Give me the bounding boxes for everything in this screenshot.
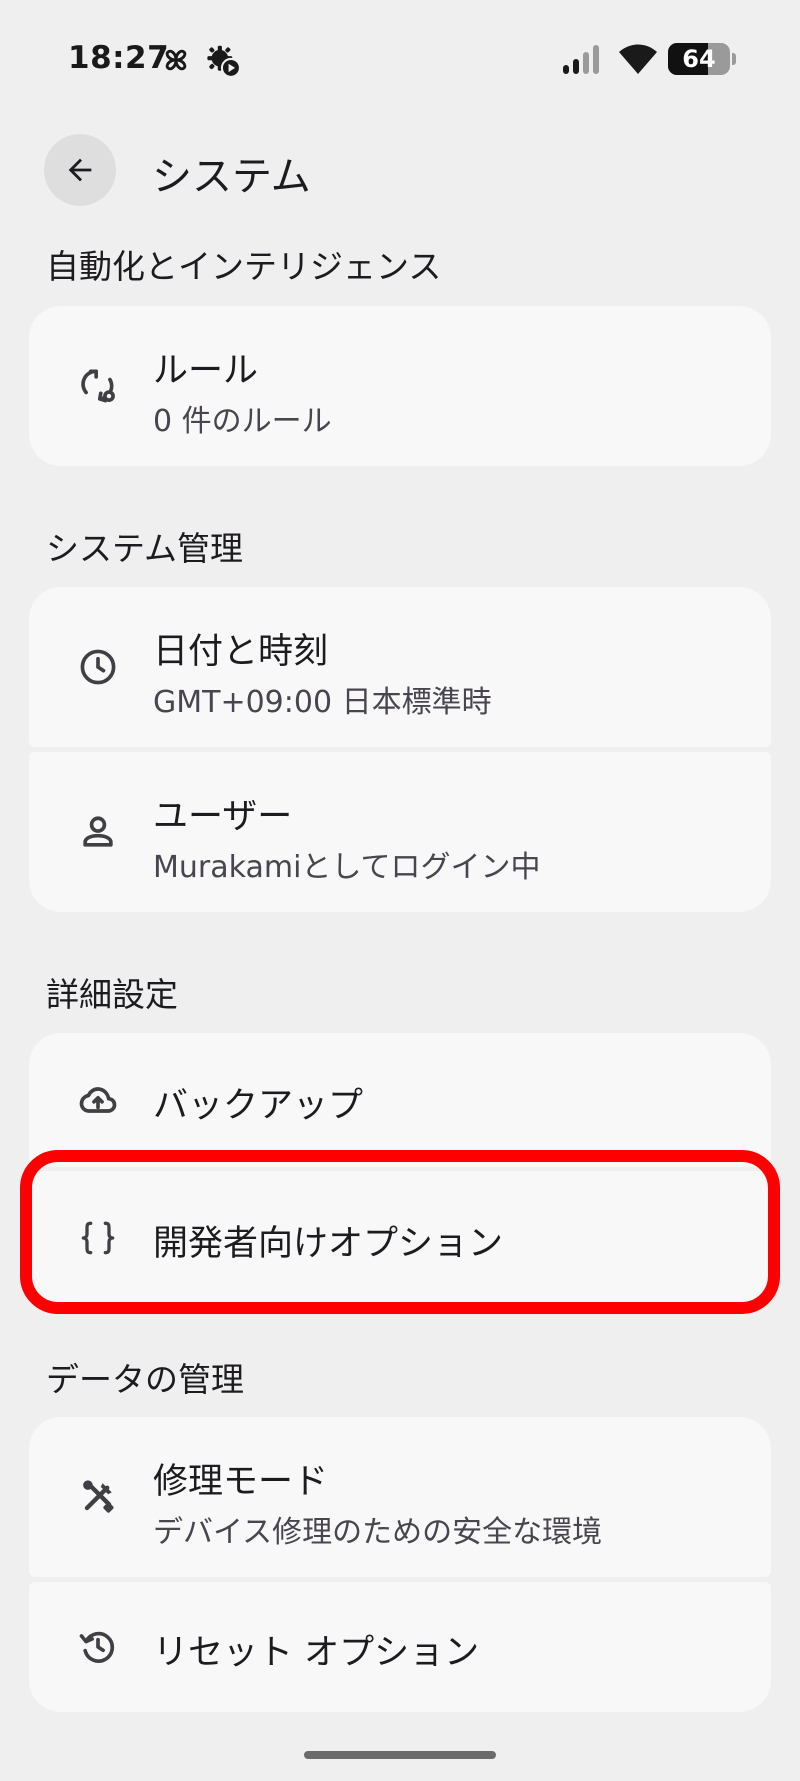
battery-level: 64 [682,45,716,73]
settings-item-backup[interactable]: バックアップ [29,1033,771,1167]
back-button[interactable] [44,134,116,206]
cloud-upload-icon [73,1075,123,1125]
person-icon [73,807,123,857]
battery-icon: 64 [668,43,736,75]
status-bar: 18:27 64 [0,0,800,120]
settings-item-users[interactable]: ユーザー Murakamiとしてログイン中 [29,752,771,912]
item-title: ルール [153,351,259,391]
item-title: 開発者向けオプション [153,1224,504,1264]
settings-item-rules[interactable]: ルール 0 件のルール [29,306,771,466]
gear-play-icon [206,44,242,78]
item-subtitle: 0 件のルール [153,404,332,439]
item-subtitle: Murakamiとしてログイン中 [153,850,541,885]
page-title: システム [152,154,311,200]
rules-sync-icon [73,361,123,411]
section-title-automation: 自動化とインテリジェンス [46,247,442,286]
home-indicator[interactable] [304,1751,496,1759]
section-title-system-management: システム管理 [46,529,244,568]
pinwheel-icon [160,44,192,76]
item-title: 修理モード [153,1462,329,1502]
item-title: バックアップ [153,1086,364,1126]
signal-icon [561,44,605,76]
item-title: ユーザー [153,797,293,837]
settings-item-reset-options[interactable]: リセット オプション [29,1582,771,1712]
status-time: 18:27 [68,40,170,76]
repair-tools-icon [73,1472,123,1522]
wifi-icon [618,44,658,76]
settings-item-repair-mode[interactable]: 修理モード デバイス修理のための安全な環境 [29,1417,771,1577]
settings-item-developer-options[interactable]: 開発者向けオプション [29,1171,771,1305]
section-title-data-management: データの管理 [46,1360,244,1399]
clock-icon [73,642,123,692]
section-title-advanced: 詳細設定 [46,975,178,1014]
braces-icon [73,1213,123,1263]
item-subtitle: デバイス修理のための安全な環境 [153,1515,603,1550]
settings-item-date-time[interactable]: 日付と時刻 GMT+09:00 日本標準時 [29,587,771,747]
arrow-left-icon [68,158,92,182]
item-title: リセット オプション [153,1633,480,1673]
history-icon [73,1622,123,1672]
item-subtitle: GMT+09:00 日本標準時 [153,685,492,720]
item-title: 日付と時刻 [153,632,329,672]
